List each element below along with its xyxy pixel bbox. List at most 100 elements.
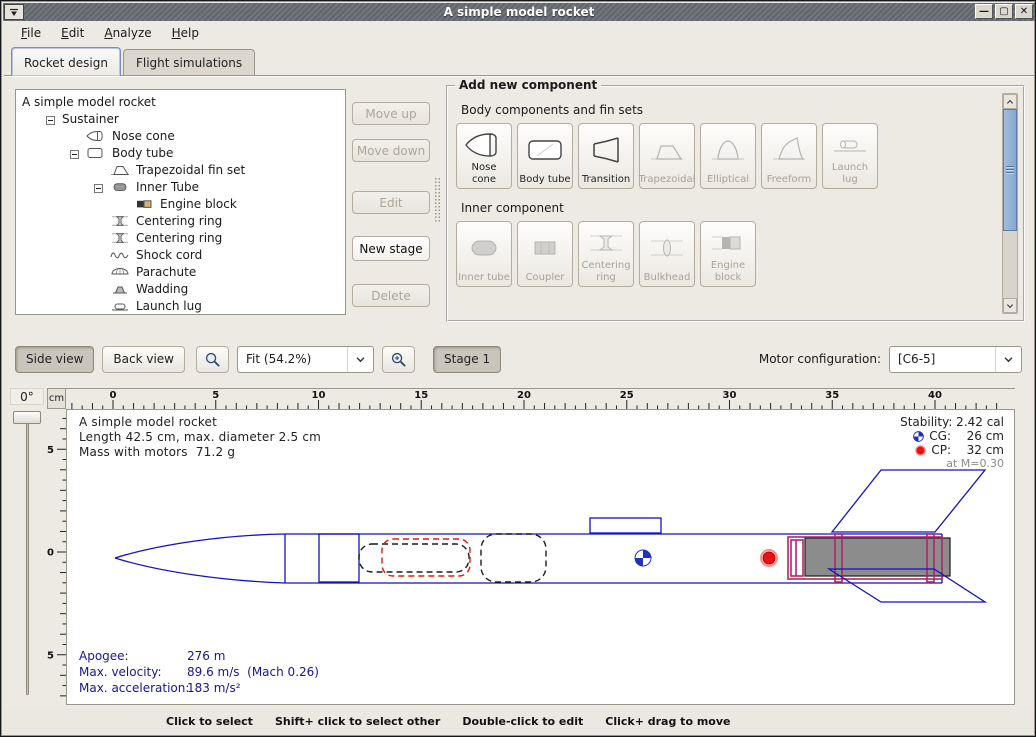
rotation-slider-track[interactable] xyxy=(26,423,29,695)
delete-button[interactable]: Delete xyxy=(352,284,430,307)
centeringring-lg-icon xyxy=(585,225,627,260)
tree-item-trapezoidal-fin-set[interactable]: Trapezoidal fin set xyxy=(16,161,345,178)
tree-item-launch-lug[interactable]: Launch lug xyxy=(16,297,345,314)
close-button[interactable]: ✕ xyxy=(1015,4,1033,19)
tab-flight-simulations[interactable]: Flight simulations xyxy=(123,49,255,76)
centering-ring-button[interactable]: Centering ring xyxy=(578,221,634,287)
collapse-expander-icon[interactable] xyxy=(46,114,55,123)
nose-cone-button[interactable]: Nose cone xyxy=(456,123,512,189)
flight-stat-max-acceleration-: Max. acceleration:183 m/s² xyxy=(79,680,319,696)
edit-button[interactable]: Edit xyxy=(352,191,430,214)
motor-configuration-select[interactable]: [C6-5] xyxy=(889,346,1022,373)
rotation-slider-handle[interactable] xyxy=(13,411,41,424)
move-up-button[interactable]: Move up xyxy=(352,102,430,125)
rocket-canvas[interactable]: A simple model rocket Length 42.5 cm, ma… xyxy=(66,409,1015,705)
vertical-ruler: -505 xyxy=(47,409,66,705)
body-tube-button[interactable]: Body tube xyxy=(517,123,573,189)
bodytube-lg-icon xyxy=(524,127,566,174)
flight-stat-max-velocity-: Max. velocity:89.6 m/s (Mach 0.26) xyxy=(79,664,319,680)
tree-item-shock-cord[interactable]: Shock cord xyxy=(16,246,345,263)
view-toolbar: Side view Back view Fit (54.2%) Stage 1 xyxy=(4,334,1034,384)
add-component-body: Body components and fin setsNose coneBod… xyxy=(448,103,1023,287)
rocket-design-panel: A simple model rocketSustainerNose coneB… xyxy=(4,76,1034,334)
component-tree[interactable]: A simple model rocketSustainerNose coneB… xyxy=(15,89,346,315)
svg-text:25: 25 xyxy=(620,390,634,401)
magnifier-plus-icon xyxy=(390,351,407,368)
launch-lug-button[interactable]: Launch lug xyxy=(822,123,878,189)
collapse-expander-icon[interactable] xyxy=(94,182,103,191)
tree-item-nose-cone[interactable]: Nose cone xyxy=(16,127,345,144)
cg-marker xyxy=(635,550,651,566)
bulkhead-button[interactable]: Bulkhead xyxy=(639,221,695,287)
side-view-button[interactable]: Side view xyxy=(15,346,94,373)
status-hint: Shift+ click to select other xyxy=(275,715,440,728)
elliptical-button[interactable]: Elliptical xyxy=(700,123,756,189)
transition-button[interactable]: Transition xyxy=(578,123,634,189)
scroll-down-button[interactable] xyxy=(1003,298,1017,313)
engineblock-lg-icon xyxy=(707,225,749,260)
tree-item-centering-ring[interactable]: Centering ring xyxy=(16,229,345,246)
tree-item-body-tube[interactable]: Body tube xyxy=(16,144,345,161)
component-button-row: Nose coneBody tubeTransitionTrapezoidalE… xyxy=(456,123,1023,189)
chevron-up-icon xyxy=(1006,99,1014,105)
back-view-button[interactable]: Back view xyxy=(102,346,185,373)
rotation-slider[interactable] xyxy=(12,411,42,699)
mach-note: at M=0.30 xyxy=(946,457,1004,471)
coupler-button[interactable]: Coupler xyxy=(517,221,573,287)
tree-item-wadding[interactable]: Wadding xyxy=(16,280,345,297)
component-button-row: Inner tubeCouplerCentering ringBulkheadE… xyxy=(456,221,1023,287)
motor-configuration-value: [C6-5] xyxy=(890,352,995,366)
new-stage-button[interactable]: New stage xyxy=(352,236,430,261)
flight-data: Apogee:276 mMax. velocity:89.6 m/s (Mach… xyxy=(79,648,319,696)
tree-item-parachute[interactable]: Parachute xyxy=(16,263,345,280)
trapezoidal-fin-lg-icon xyxy=(646,127,688,174)
panel-splitter-grip[interactable] xyxy=(434,177,441,223)
zoom-in-button[interactable] xyxy=(382,346,415,373)
move-down-button[interactable]: Move down xyxy=(352,139,430,162)
maximize-button[interactable]: ▢ xyxy=(995,4,1013,19)
window-title: A simple model rocket xyxy=(3,5,1035,19)
menu-help[interactable]: Help xyxy=(163,23,208,43)
svg-text:5: 5 xyxy=(47,650,54,661)
elliptical-fin-lg-icon xyxy=(707,127,749,174)
menu-analyze[interactable]: Analyze xyxy=(95,23,160,43)
engineblock-icon xyxy=(134,198,156,210)
tree-item-sustainer[interactable]: Sustainer xyxy=(16,110,345,127)
component-scrollbar[interactable] xyxy=(1002,93,1018,314)
stage-1-toggle[interactable]: Stage 1 xyxy=(433,346,501,373)
zoom-select[interactable]: Fit (54.2%) xyxy=(237,346,374,373)
svg-text:40: 40 xyxy=(928,390,942,401)
status-hint: Double-click to edit xyxy=(462,715,583,728)
freeform-button[interactable]: Freeform xyxy=(761,123,817,189)
rotation-angle-label: 0° xyxy=(10,388,44,405)
engine-block-button[interactable]: Engine block xyxy=(700,221,756,287)
tree-item-engine-block[interactable]: Engine block xyxy=(16,195,345,212)
rocket-info: A simple model rocket Length 42.5 cm, ma… xyxy=(79,415,321,460)
cp-value: 32 cm xyxy=(956,443,1004,457)
menu-bar: File Edit Analyze Help xyxy=(4,21,1034,45)
tab-rocket-design[interactable]: Rocket design xyxy=(11,47,121,76)
wadding-icon xyxy=(110,283,132,295)
app-window: A simple model rocket — ▢ ✕ File Edit An… xyxy=(0,0,1036,737)
svg-text:20: 20 xyxy=(517,390,531,401)
tree-item-a-simple-model-rocket[interactable]: A simple model rocket xyxy=(16,93,345,110)
menu-file[interactable]: File xyxy=(12,23,50,43)
status-hint: Click to select xyxy=(166,715,253,728)
cg-icon xyxy=(913,431,924,442)
tree-item-centering-ring[interactable]: Centering ring xyxy=(16,212,345,229)
cg-value: 26 cm xyxy=(956,429,1004,443)
tree-item-inner-tube[interactable]: Inner Tube xyxy=(16,178,345,195)
bodytube-icon xyxy=(86,147,108,159)
scrollbar-thumb[interactable] xyxy=(1003,109,1017,231)
svg-text:30: 30 xyxy=(723,390,737,401)
innertube-lg-icon xyxy=(463,225,505,272)
zoom-out-button[interactable] xyxy=(196,346,229,373)
scroll-up-button[interactable] xyxy=(1003,94,1017,109)
trapezoidal-button[interactable]: Trapezoidal xyxy=(639,123,695,189)
collapse-expander-icon[interactable] xyxy=(70,148,79,157)
minimize-button[interactable]: — xyxy=(975,4,993,19)
inner-tube-button[interactable]: Inner tube xyxy=(456,221,512,287)
ruler-unit-label: cm xyxy=(47,388,66,409)
coupler-lg-icon xyxy=(524,225,566,272)
menu-edit[interactable]: Edit xyxy=(52,23,93,43)
